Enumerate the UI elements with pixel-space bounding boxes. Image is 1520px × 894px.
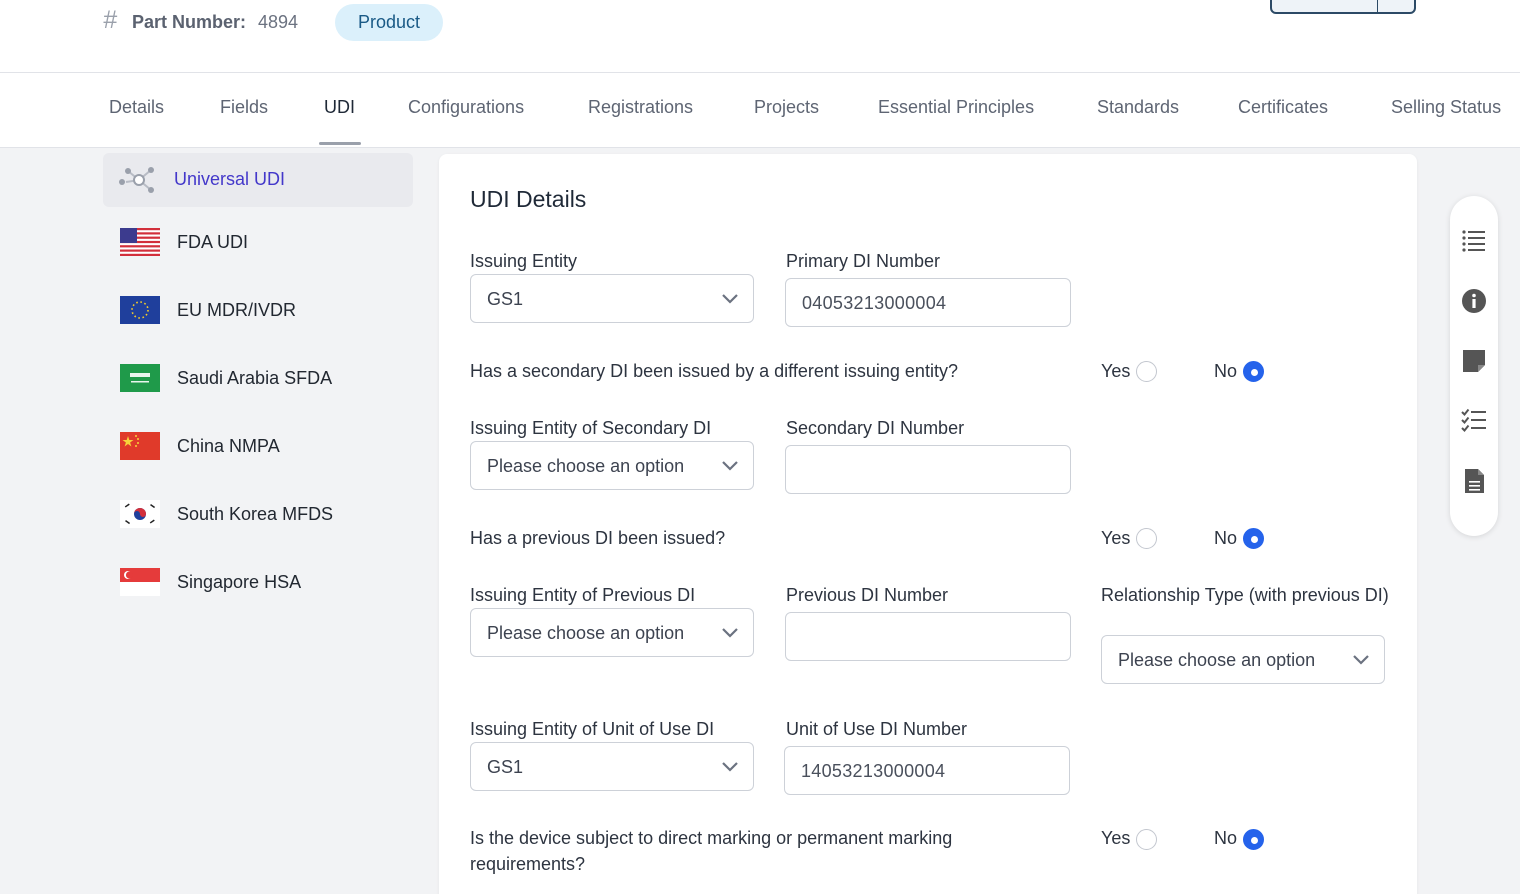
tab-registrations[interactable]: Registrations — [588, 97, 693, 118]
saudi-flag-icon — [120, 364, 160, 392]
type-badge: Product — [335, 4, 443, 41]
select-value: GS1 — [487, 757, 524, 777]
chevron-down-icon — [1353, 655, 1369, 665]
previous-yes-label: Yes — [1101, 528, 1131, 548]
part-number-label: Part Number: — [132, 12, 247, 32]
secondary-di-label: Secondary DI Number — [786, 418, 965, 438]
page-header: # Part Number: 4894 Product — [0, 0, 1520, 73]
marking-yes-label: Yes — [1101, 828, 1131, 848]
marking-no-radio[interactable] — [1243, 829, 1264, 850]
unit-di-label: Unit of Use DI Number — [786, 719, 968, 739]
tab-details[interactable]: Details — [109, 97, 164, 118]
primary-di-input[interactable]: 04053213000004 — [785, 278, 1071, 327]
document-icon[interactable] — [1461, 468, 1487, 494]
unit-entity-select[interactable]: GS1 — [470, 742, 754, 791]
secondary-di-input[interactable] — [785, 445, 1071, 494]
list-icon[interactable] — [1461, 228, 1487, 254]
relationship-type-label: Relationship Type (with previous DI) — [1101, 585, 1389, 605]
previous-di-question: Has a previous DI been issued? — [470, 528, 726, 548]
sidebar-item-label: Singapore HSA — [177, 572, 302, 592]
sidebar-item-label: Universal UDI — [174, 169, 286, 189]
previous-no-radio[interactable] — [1243, 528, 1264, 549]
tab-bar: Details Fields UDI Configurations Regist… — [0, 73, 1520, 148]
korea-flag-icon — [120, 500, 160, 528]
secondary-entity-select[interactable]: Please choose an option — [470, 441, 754, 490]
sidebar-item-singapore-hsa[interactable]: Singapore HSA — [103, 555, 413, 609]
right-tool-rail — [1450, 196, 1498, 536]
issuing-entity-label: Issuing Entity — [470, 251, 578, 271]
chevron-down-icon — [722, 628, 738, 638]
input-value: 04053213000004 — [802, 293, 947, 313]
us-flag-icon — [120, 228, 160, 256]
note-icon[interactable] — [1461, 348, 1487, 374]
select-value: Please choose an option — [1118, 650, 1316, 670]
sidebar-item-saudi-sfda[interactable]: Saudi Arabia SFDA — [103, 351, 413, 405]
issuing-entity-select[interactable]: GS1 — [470, 274, 754, 323]
input-value: 14053213000004 — [801, 761, 946, 781]
tab-udi[interactable]: UDI — [324, 97, 355, 118]
info-icon[interactable] — [1461, 288, 1487, 314]
sidebar-item-south-korea-mfds[interactable]: South Korea MFDS — [103, 487, 413, 541]
split-action-button[interactable] — [1270, 0, 1416, 14]
secondary-di-question: Has a secondary DI been issued by a diff… — [470, 361, 958, 381]
sidebar-item-label: EU MDR/IVDR — [177, 300, 297, 320]
card-title: UDI Details — [470, 186, 587, 212]
chevron-down-icon — [722, 461, 738, 471]
tab-projects[interactable]: Projects — [754, 97, 819, 118]
previous-di-label: Previous DI Number — [786, 585, 949, 605]
select-value: GS1 — [487, 289, 524, 309]
sidebar-item-china-nmpa[interactable]: China NMPA — [103, 419, 413, 473]
hash-icon: # — [103, 6, 117, 34]
sidebar-item-label: Saudi Arabia SFDA — [177, 368, 333, 388]
sidebar-item-label: South Korea MFDS — [177, 504, 334, 524]
singapore-flag-icon — [120, 568, 160, 596]
previous-entity-select[interactable]: Please choose an option — [470, 608, 754, 657]
tab-essential-principles[interactable]: Essential Principles — [878, 97, 1034, 118]
sidebar-item-label: China NMPA — [177, 436, 280, 456]
china-flag-icon — [120, 432, 160, 460]
secondary-no-radio[interactable] — [1243, 361, 1264, 382]
eu-flag-icon — [120, 296, 160, 324]
sidebar-item-eu-mdr[interactable]: EU MDR/IVDR — [103, 283, 413, 337]
unit-entity-label: Issuing Entity of Unit of Use DI — [470, 719, 715, 739]
primary-di-label: Primary DI Number — [786, 251, 941, 271]
previous-entity-label: Issuing Entity of Previous DI — [470, 585, 696, 605]
network-icon — [119, 167, 154, 193]
tab-standards[interactable]: Standards — [1097, 97, 1179, 118]
chevron-down-icon — [722, 762, 738, 772]
secondary-no-label: No — [1214, 361, 1238, 381]
sidebar-item-universal-udi[interactable]: Universal UDI — [103, 153, 413, 207]
tab-fields[interactable]: Fields — [220, 97, 268, 118]
previous-di-input[interactable] — [785, 612, 1071, 661]
sidebar-item-fda-udi[interactable]: FDA UDI — [103, 215, 413, 269]
checklist-icon[interactable] — [1461, 408, 1487, 434]
marking-no-label: No — [1214, 828, 1238, 848]
secondary-yes-radio[interactable] — [1136, 361, 1157, 382]
select-value: Please choose an option — [487, 623, 685, 643]
secondary-yes-label: Yes — [1101, 361, 1131, 381]
sidebar-item-label: FDA UDI — [177, 232, 249, 252]
tab-selling-status[interactable]: Selling Status — [1391, 97, 1501, 118]
secondary-entity-label: Issuing Entity of Secondary DI — [470, 418, 712, 438]
unit-di-input[interactable]: 14053213000004 — [784, 746, 1070, 795]
tab-certificates[interactable]: Certificates — [1238, 97, 1328, 118]
tab-configurations[interactable]: Configurations — [408, 97, 524, 118]
chevron-down-icon — [722, 294, 738, 304]
marking-yes-radio[interactable] — [1136, 829, 1157, 850]
part-number-value: 4894 — [258, 12, 299, 32]
previous-yes-radio[interactable] — [1136, 528, 1157, 549]
marking-question: Is the device subject to direct marking … — [470, 828, 953, 874]
active-tab-indicator — [319, 142, 361, 145]
previous-no-label: No — [1214, 528, 1238, 548]
select-value: Please choose an option — [487, 456, 685, 476]
relationship-type-select[interactable]: Please choose an option — [1101, 635, 1385, 684]
